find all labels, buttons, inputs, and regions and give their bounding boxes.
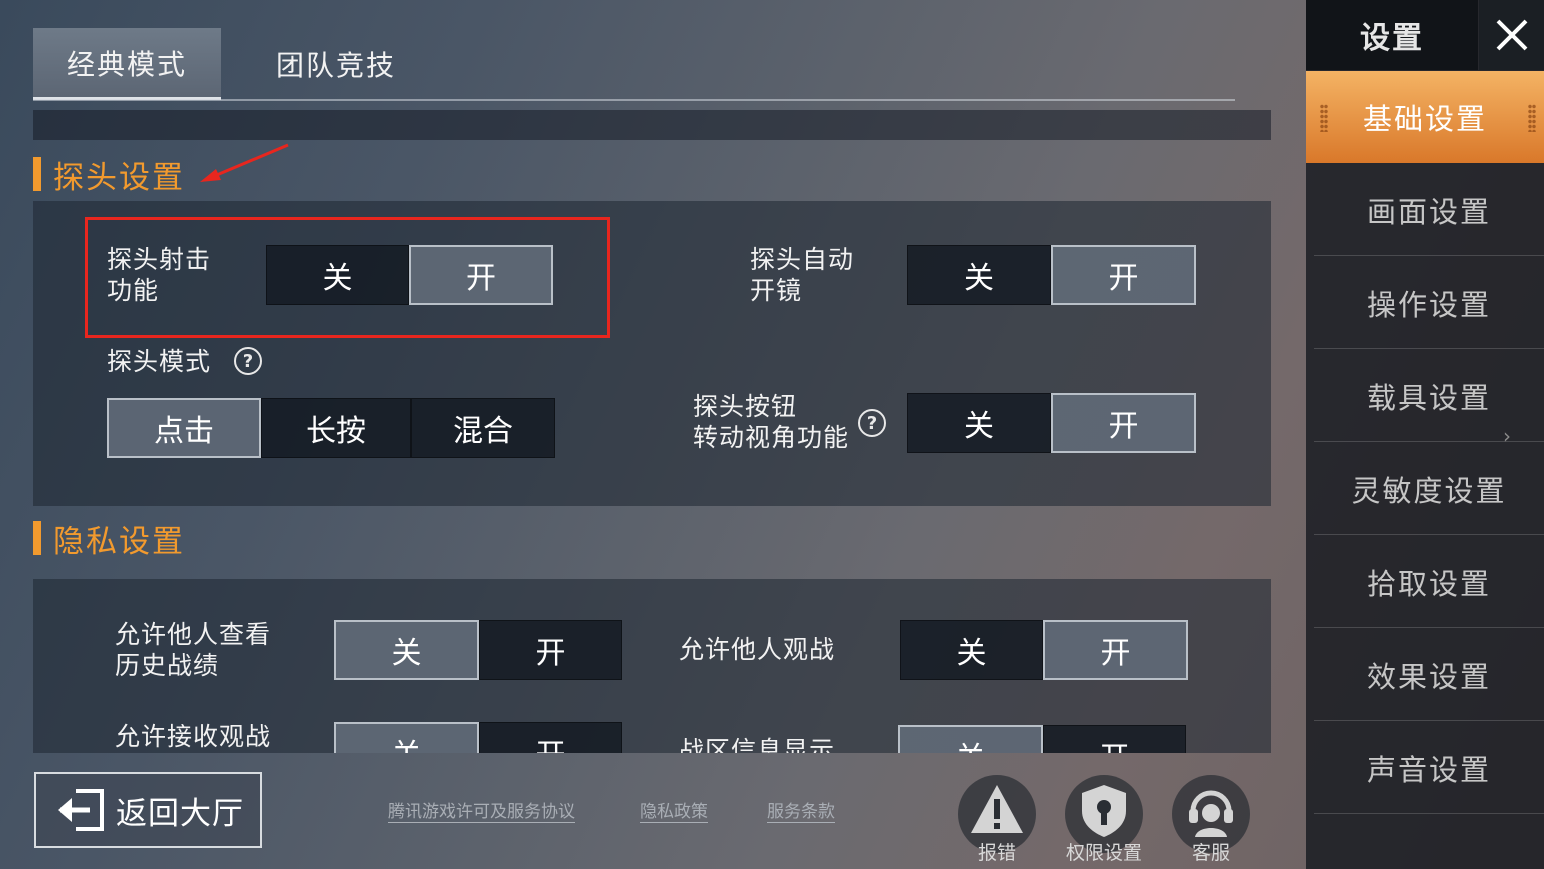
receive-spectate-toggle: 关 开 bbox=[334, 722, 622, 753]
privacy-section-header: 隐私设置 bbox=[33, 518, 185, 560]
peek-shoot-on-button[interactable]: 开 bbox=[409, 245, 553, 305]
grip-icon bbox=[1528, 104, 1536, 132]
peek-mode-help-icon[interactable]: ? bbox=[234, 347, 262, 375]
tab-classic-mode[interactable]: 经典模式 bbox=[33, 28, 221, 100]
tab-divider bbox=[33, 99, 1235, 101]
exit-icon bbox=[58, 789, 104, 831]
sidebar-item-sensitivity[interactable]: 灵敏度设置 bbox=[1314, 443, 1544, 535]
section-accent-bar bbox=[33, 157, 41, 191]
region-info-on-button[interactable]: 开 bbox=[1043, 725, 1186, 753]
sidebar-item-sound[interactable]: 声音设置 bbox=[1314, 722, 1544, 814]
spectate-on-button[interactable]: 开 bbox=[1043, 620, 1188, 680]
peek-mode-selector: 点击 长按 混合 bbox=[107, 398, 555, 458]
peek-mode-label: 探头模式 bbox=[107, 347, 212, 376]
history-off-button[interactable]: 关 bbox=[334, 620, 479, 680]
peek-shoot-off-button[interactable]: 关 bbox=[266, 245, 409, 305]
privacy-settings-panel: 允许他人查看 历史战绩 关 开 允许他人观战 关 开 允许接收观战 关 开 战区… bbox=[33, 579, 1271, 753]
peek-section-header: 探头设置 bbox=[33, 154, 185, 196]
sidebar-item-label: 灵敏度设置 bbox=[1351, 473, 1507, 508]
region-info-toggle: 关 开 bbox=[898, 725, 1186, 753]
receive-spectate-on-button[interactable]: 开 bbox=[479, 722, 622, 753]
peek-mode-hold-button[interactable]: 长按 bbox=[261, 398, 411, 458]
receive-spectate-label: 允许接收观战 bbox=[115, 722, 272, 751]
sidebar-item-basic[interactable]: 基础设置 bbox=[1306, 71, 1544, 163]
peek-shoot-label: 探头射击 功能 bbox=[107, 245, 212, 305]
history-label: 允许他人查看 历史战绩 bbox=[115, 620, 272, 680]
history-on-button[interactable]: 开 bbox=[479, 620, 622, 680]
section-accent-bar bbox=[33, 521, 41, 555]
spectate-off-button[interactable]: 关 bbox=[900, 620, 1043, 680]
privacy-policy-link[interactable]: 隐私政策 bbox=[640, 797, 708, 822]
sidebar-item-label: 声音设置 bbox=[1366, 752, 1491, 787]
back-to-lobby-button[interactable]: 返回大厅 bbox=[34, 772, 262, 848]
terms-of-service-link[interactable]: 服务条款 bbox=[767, 797, 835, 822]
peek-button-rotate-help-icon[interactable]: ? bbox=[858, 409, 886, 437]
report-bug-label: 报错 bbox=[977, 842, 1016, 864]
back-to-lobby-label: 返回大厅 bbox=[116, 795, 244, 832]
history-toggle: 关 开 bbox=[334, 620, 622, 680]
sidebar-item-label: 操作设置 bbox=[1366, 287, 1491, 322]
sidebar-title: 设置 bbox=[1306, 0, 1478, 70]
sidebar-item-pickup[interactable]: 拾取设置 bbox=[1314, 536, 1544, 628]
peek-section-title: 探头设置 bbox=[53, 159, 185, 196]
peek-mode-mixed-button[interactable]: 混合 bbox=[411, 398, 555, 458]
spectate-toggle: 关 开 bbox=[900, 620, 1188, 680]
sidebar-item-controls[interactable]: 操作设置 bbox=[1314, 257, 1544, 349]
sidebar-item-graphics[interactable]: 画面设置 bbox=[1314, 164, 1544, 256]
peek-auto-scope-toggle: 关 开 bbox=[907, 245, 1196, 305]
annotation-arrow-icon bbox=[200, 143, 289, 182]
close-button[interactable] bbox=[1479, 0, 1544, 70]
tab-team-deathmatch[interactable]: 团队竞技 bbox=[242, 28, 430, 100]
close-icon bbox=[1496, 19, 1527, 51]
sidebar-item-effects[interactable]: 效果设置 bbox=[1314, 629, 1544, 721]
grip-icon bbox=[1320, 104, 1328, 132]
peek-button-rotate-label: 探头按钮 转动视角功能 bbox=[693, 392, 850, 452]
permission-settings-label: 权限设置 bbox=[1065, 842, 1142, 864]
region-info-label: 战区信息显示 bbox=[679, 736, 836, 753]
sidebar-item-label: 效果设置 bbox=[1366, 659, 1491, 694]
sidebar-item-label: 载具设置 bbox=[1366, 380, 1491, 415]
warning-icon bbox=[971, 785, 1023, 833]
peek-auto-scope-off-button[interactable]: 关 bbox=[907, 245, 1051, 305]
region-info-off-button[interactable]: 关 bbox=[898, 725, 1043, 753]
peek-auto-scope-label: 探头自动 开镜 bbox=[750, 245, 855, 305]
customer-service-label: 客服 bbox=[1191, 842, 1230, 864]
license-agreement-link[interactable]: 腾讯游戏许可及服务协议 bbox=[388, 797, 575, 822]
shield-icon bbox=[1082, 785, 1126, 837]
peek-auto-scope-on-button[interactable]: 开 bbox=[1051, 245, 1196, 305]
peek-button-rotate-off-button[interactable]: 关 bbox=[907, 393, 1051, 453]
peek-button-rotate-toggle: 关 开 bbox=[907, 393, 1196, 453]
header-band bbox=[33, 110, 1271, 140]
sidebar-item-label: 基础设置 bbox=[1362, 102, 1487, 136]
receive-spectate-off-button[interactable]: 关 bbox=[334, 722, 479, 753]
privacy-section-title: 隐私设置 bbox=[53, 523, 185, 560]
sidebar-item-label: 画面设置 bbox=[1366, 194, 1491, 229]
peek-mode-tap-button[interactable]: 点击 bbox=[107, 398, 261, 458]
headset-icon bbox=[1189, 790, 1233, 837]
peek-button-rotate-on-button[interactable]: 开 bbox=[1051, 393, 1196, 453]
spectate-label: 允许他人观战 bbox=[679, 635, 836, 664]
peek-shoot-toggle: 关 开 bbox=[266, 245, 553, 305]
sidebar-item-label: 拾取设置 bbox=[1366, 566, 1491, 601]
